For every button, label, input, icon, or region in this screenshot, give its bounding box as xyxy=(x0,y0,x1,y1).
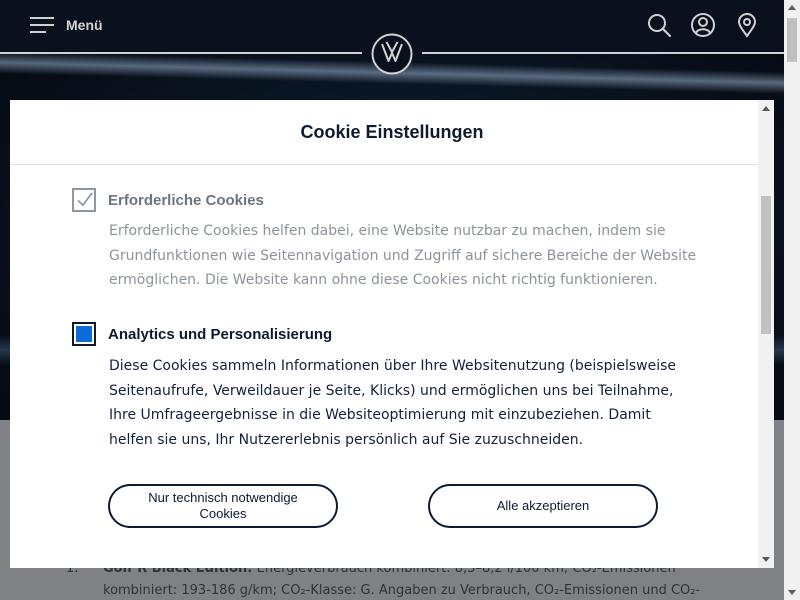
dialog-title: Cookie Einstellungen xyxy=(10,100,774,165)
page-scrollbar-thumb[interactable] xyxy=(787,18,797,62)
scroll-up-arrow-icon[interactable] xyxy=(762,106,770,111)
section-description: Erforderliche Cookies helfen dabei, eine… xyxy=(109,223,697,288)
section-title: Erforderliche Cookies xyxy=(108,191,264,209)
page-scrollbar[interactable] xyxy=(784,0,800,600)
check-icon xyxy=(77,192,93,207)
section-title: Analytics und Personalisierung xyxy=(108,325,333,343)
cookie-settings-dialog: Cookie Einstellungen Erforderliche Cooki… xyxy=(10,100,774,568)
dialog-scrollbar[interactable] xyxy=(758,100,774,568)
analytics-checkbox[interactable] xyxy=(72,322,96,346)
required-cookies-checkbox xyxy=(72,188,96,212)
page-scroll-down-icon[interactable] xyxy=(788,590,796,595)
page-scroll-up-icon[interactable] xyxy=(788,5,796,10)
section-description: Diese Cookies sammeln Informationen über… xyxy=(109,358,676,448)
necessary-only-button[interactable]: Nur technisch notwendige Cookies xyxy=(108,484,338,528)
scroll-down-arrow-icon[interactable] xyxy=(762,557,770,562)
dialog-scrollbar-thumb[interactable] xyxy=(761,196,771,334)
accept-all-button[interactable]: Alle akzeptieren xyxy=(428,484,658,528)
